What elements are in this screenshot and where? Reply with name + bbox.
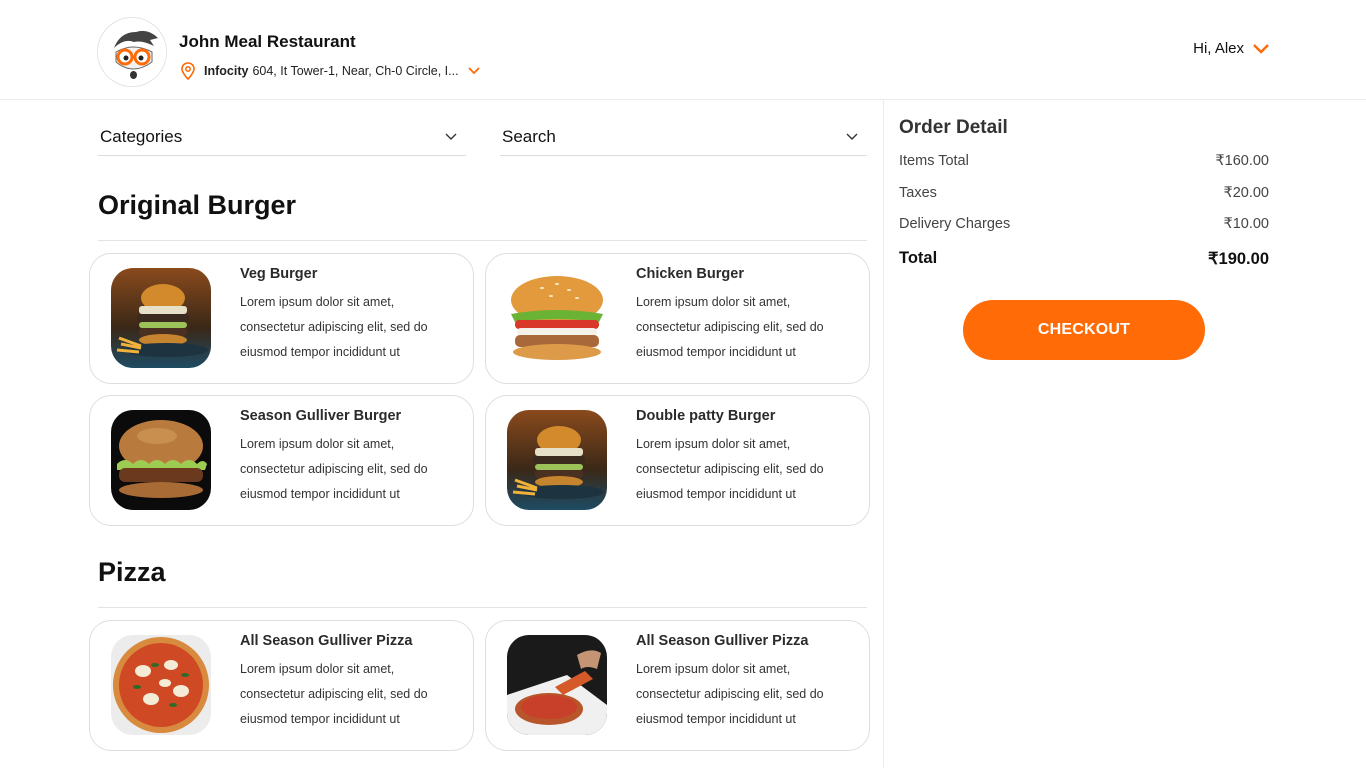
order-row-value: ₹20.00 (1223, 185, 1269, 201)
menu-item-description: Lorem ipsum dolor sit amet, consectetur … (240, 295, 428, 359)
food-image (111, 635, 211, 735)
section-title: Original Burger (98, 190, 297, 220)
total-value: ₹190.00 (1208, 250, 1269, 268)
menu-item-name: All Season Gulliver Pizza (240, 633, 413, 649)
categories-dropdown[interactable]: Categories (98, 118, 466, 156)
pizza-slice-image (507, 635, 607, 735)
location-pin-icon (181, 62, 195, 80)
chevron-down-icon (846, 133, 858, 140)
order-row-value: ₹160.00 (1215, 153, 1269, 169)
pizza-image (111, 635, 211, 735)
order-row-label: Items Total (899, 153, 969, 169)
menu-item-card[interactable]: Veg Burger Lorem ipsum dolor sit amet, c… (89, 253, 474, 384)
menu-item-card[interactable]: Chicken Burger Lorem ipsum dolor sit ame… (485, 253, 870, 384)
menu-item-name: Season Gulliver Burger (240, 408, 402, 424)
menu-item-description: Lorem ipsum dolor sit amet, consectetur … (636, 437, 824, 501)
section-divider (98, 240, 867, 241)
chevron-down-icon (445, 133, 457, 140)
order-row-label: Delivery Charges (899, 216, 1011, 232)
food-image (111, 268, 211, 368)
menu-item-name: All Season Gulliver Pizza (636, 633, 809, 649)
menu-item-card[interactable]: Season Gulliver Burger Lorem ipsum dolor… (89, 395, 474, 526)
season-gulliver-burger-image (111, 410, 211, 510)
address-area: Infocity (204, 64, 249, 78)
section-divider (98, 607, 867, 608)
food-image (111, 410, 211, 510)
chicken-burger-image (507, 268, 607, 368)
checkout-button[interactable]: CHECKOUT (963, 300, 1205, 360)
search-label: Search (502, 126, 556, 146)
section-title: Pizza (98, 557, 166, 587)
menu-item-description: Lorem ipsum dolor sit amet, consectetur … (240, 437, 428, 501)
menu-item-name: Chicken Burger (636, 266, 744, 282)
veg-burger-image (111, 268, 211, 368)
restaurant-logo[interactable] (97, 17, 167, 87)
menu-item-description: Lorem ipsum dolor sit amet, consectetur … (636, 662, 824, 726)
menu-item-description: Lorem ipsum dolor sit amet, consectetur … (636, 295, 824, 359)
menu-item-card[interactable]: Double patty Burger Lorem ipsum dolor si… (485, 395, 870, 526)
categories-label: Categories (100, 126, 183, 146)
menu-item-description: Lorem ipsum dolor sit amet, consectetur … (240, 662, 428, 726)
search-dropdown[interactable]: Search (500, 118, 867, 156)
order-row-total: Total ₹190.00 (899, 249, 1269, 269)
chevron-down-icon (1253, 43, 1269, 54)
order-row-items-total: Items Total ₹160.00 (899, 153, 1269, 169)
order-detail-title: Order Detail (899, 117, 1008, 138)
menu-item-name: Double patty Burger (636, 408, 776, 424)
food-image (507, 635, 607, 735)
double-patty-burger-image (507, 410, 607, 510)
order-row-value: ₹10.00 (1223, 216, 1269, 232)
food-image (507, 410, 607, 510)
user-greeting: Hi, Alex (1193, 40, 1244, 57)
user-menu[interactable]: Hi, Alex (1193, 40, 1270, 57)
order-row-delivery: Delivery Charges ₹10.00 (899, 216, 1269, 232)
menu-item-card[interactable]: All Season Gulliver Pizza Lorem ipsum do… (485, 620, 870, 751)
order-row-label: Taxes (899, 185, 937, 201)
panel-divider (883, 100, 884, 768)
restaurant-name: John Meal Restaurant (179, 32, 356, 51)
delivery-address-selector[interactable]: Infocity 604, It Tower-1, Near, Ch-0 Cir… (180, 62, 481, 80)
address-detail: 604, It Tower-1, Near, Ch-0 Circle, I... (252, 64, 459, 78)
chevron-down-icon (467, 67, 480, 75)
menu-item-name: Veg Burger (240, 266, 318, 282)
nerd-mascot-icon (98, 18, 166, 86)
total-label: Total (899, 249, 938, 267)
order-row-taxes: Taxes ₹20.00 (899, 185, 1269, 201)
food-image (507, 268, 607, 368)
app-header: John Meal Restaurant Infocity 604, It To… (0, 0, 1366, 100)
menu-item-card[interactable]: All Season Gulliver Pizza Lorem ipsum do… (89, 620, 474, 751)
